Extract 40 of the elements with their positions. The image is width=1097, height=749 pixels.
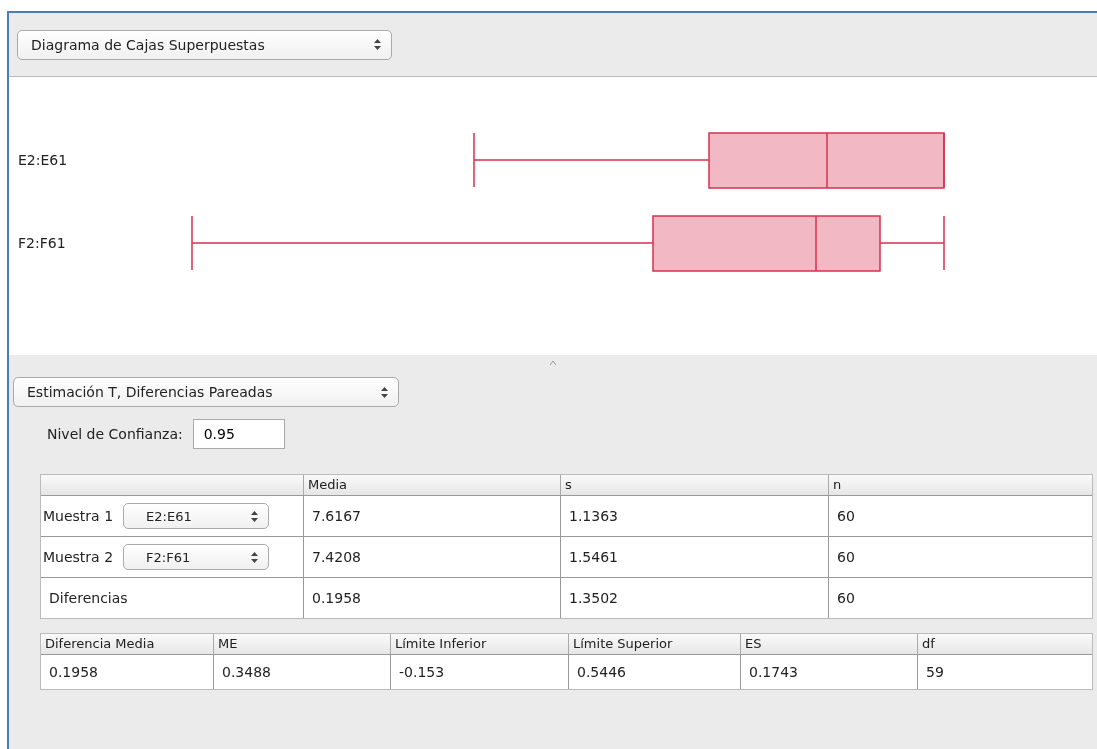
updown-arrows-icon (381, 386, 388, 398)
column-header[interactable]: ME (214, 634, 391, 654)
table-cell: 0.1958 (41, 655, 214, 689)
series-label: F2:F61 (18, 235, 66, 251)
confidence-label: Nivel de Confianza: (47, 426, 183, 442)
table-cell: 1.1363 (561, 496, 829, 536)
method-dropdown[interactable]: Estimación T, Diferencias Pareadas (13, 377, 399, 407)
series-label: E2:E61 (18, 152, 68, 168)
sample-label: Muestra 2 (43, 549, 114, 565)
row-label: Diferencias (48, 590, 128, 606)
table-cell: 7.6167 (304, 496, 561, 536)
table-cell: -0.153 (391, 655, 569, 689)
updown-arrows-icon (374, 39, 381, 50)
table-cell-text: 60 (836, 507, 856, 526)
column-header[interactable]: s (561, 475, 829, 495)
column-header[interactable]: Límite Superior (569, 634, 741, 654)
updown-arrows-icon (251, 551, 259, 563)
table-cell: 7.4208 (304, 537, 561, 577)
table-cell: 1.5461 (561, 537, 829, 577)
column-header[interactable]: df (918, 634, 1092, 654)
column-header[interactable]: ES (741, 634, 918, 654)
plot-type-dropdown[interactable]: Diagrama de Cajas Superpuestas (17, 29, 392, 60)
table-cell: 0.5446 (569, 655, 741, 689)
table-cell: 0.1743 (741, 655, 918, 689)
column-header[interactable]: Media (304, 475, 561, 495)
table-cell-text: 59 (925, 663, 945, 682)
table-cell: 0.1958 (304, 578, 561, 618)
sample-label: Muestra 1 (43, 508, 114, 524)
range-dropdown[interactable]: E2:E61 (123, 503, 270, 529)
confidence-input[interactable]: 0.95 (192, 419, 285, 449)
table-cell: 0.3488 (214, 655, 391, 689)
table-cell-text: 60 (836, 589, 856, 608)
table-cell-text: 60 (836, 548, 856, 567)
column-header[interactable]: n (829, 475, 1092, 495)
column-header[interactable]: Límite Inferior (391, 634, 569, 654)
column-header[interactable]: Diferencia Media (41, 634, 214, 654)
table-cell: 1.3502 (561, 578, 829, 618)
range-dropdown[interactable]: F2:F61 (123, 544, 270, 570)
updown-arrows-icon (251, 510, 259, 522)
splitter-handle-icon[interactable] (550, 361, 556, 365)
